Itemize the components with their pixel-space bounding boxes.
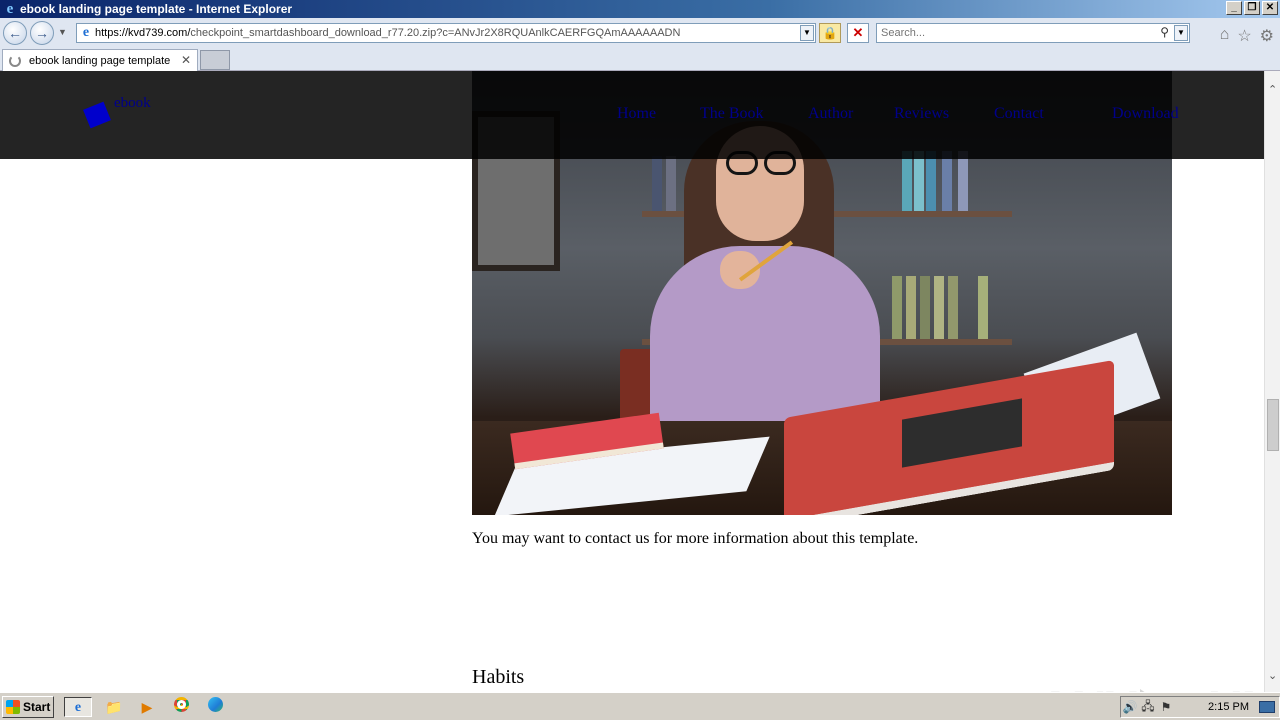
vertical-scrollbar[interactable]: ⌃ ⌄ [1264,71,1280,692]
lock-icon[interactable]: 🔒 [819,23,841,43]
section-heading: Habits [472,666,525,688]
ie-logo-icon: e [6,1,14,17]
windows-flag-icon [6,700,20,714]
nav-home-link[interactable]: Home [617,105,656,123]
show-desktop-icon[interactable] [1259,701,1275,713]
minimize-button[interactable]: _ [1226,1,1242,15]
photo-book [666,156,676,211]
start-label: Start [23,700,51,714]
network-icon[interactable]: 🖧 [1139,697,1157,718]
page-ie-icon: e [82,25,90,40]
photo-book [902,151,912,211]
search-icon[interactable]: ⚲ [1160,25,1169,39]
brand-logo-icon[interactable] [83,101,111,129]
close-button[interactable]: ✕ [1262,1,1278,15]
search-input[interactable] [877,24,1147,42]
tab-ebook[interactable]: ebook landing page template ✕ [2,49,198,71]
media-player-icon[interactable]: ▶ [133,697,161,717]
back-button[interactable]: ← [3,21,27,45]
nav-reviews-link[interactable]: Reviews [894,105,949,123]
photo-book [920,276,930,339]
photo-book [652,156,662,211]
photo-book [914,151,924,211]
page-viewport: ebook Home The Book Author Reviews Conta… [0,71,1264,692]
site-header: ebook Home The Book Author Reviews Conta… [0,71,1264,159]
new-tab-button[interactable] [200,50,230,70]
photo-book [948,276,958,339]
photo-book [906,276,916,339]
system-tray: 🔊 🖧 ⚑ 2:15 PM [1120,696,1280,718]
photo-book [926,151,936,211]
forward-button[interactable]: → [30,21,54,45]
window-titlebar: e ebook landing page template - Internet… [0,0,1280,18]
photo-book [892,276,902,339]
stop-button[interactable]: ✕ [847,23,869,43]
chrome-icon[interactable] [167,697,195,717]
scroll-up-icon[interactable]: ⌃ [1268,83,1277,96]
intro-paragraph: You may want to contact us for more info… [472,530,919,547]
address-dropdown-icon[interactable]: ▼ [800,25,814,41]
scrollbar-thumb[interactable] [1267,399,1279,451]
photo-book [942,151,952,211]
tab-close-icon[interactable]: ✕ [181,53,191,67]
tab-bar: ebook landing page template ✕ [0,48,1280,71]
ie-icon[interactable]: e [64,697,92,717]
photo-book [934,276,944,339]
photo-book [978,276,988,339]
action-center-flag-icon[interactable]: ⚑ [1157,700,1175,714]
taskbar: Start e 📁 ▶ 🔊 🖧 ⚑ 2:15 PM [0,692,1280,720]
clock[interactable]: 2:15 PM [1208,701,1249,713]
address-bar[interactable]: e https://kvd739.com/checkpoint_smartdas… [76,23,816,43]
nav-the-book-link[interactable]: The Book [700,105,764,123]
window-title: ebook landing page template - Internet E… [20,2,293,16]
anyrun-watermark: ANYRUN [1038,679,1264,692]
favorites-star-icon[interactable]: ☆ [1237,26,1251,46]
loading-spinner-icon [9,54,21,67]
search-box[interactable]: ⚲ ▼ [876,23,1190,43]
history-dropdown-icon[interactable]: ▼ [58,27,67,37]
folder-icon[interactable]: 📁 [100,697,128,717]
nav-download-link[interactable]: Download [1112,105,1179,123]
photo-book [958,151,968,211]
nav-contact-link[interactable]: Contact [994,105,1044,123]
navigation-bar: ← → ▼ e https://kvd739.com/checkpoint_sm… [0,18,1280,48]
restore-button[interactable]: ❐ [1244,1,1260,15]
nav-author-link[interactable]: Author [808,105,853,123]
gear-icon[interactable]: ⚙ [1260,26,1274,46]
address-url[interactable]: https://kvd739.com/checkpoint_smartdashb… [95,27,680,39]
brand-name[interactable]: ebook [114,95,151,112]
home-icon[interactable]: ⌂ [1220,26,1230,46]
volume-icon[interactable]: 🔊 [1121,700,1139,714]
search-dropdown-icon[interactable]: ▼ [1174,25,1188,41]
tab-title: ebook landing page template [29,54,171,67]
start-button[interactable]: Start [2,696,54,718]
edge-icon[interactable] [201,697,229,717]
scroll-down-icon[interactable]: ⌄ [1268,669,1277,682]
